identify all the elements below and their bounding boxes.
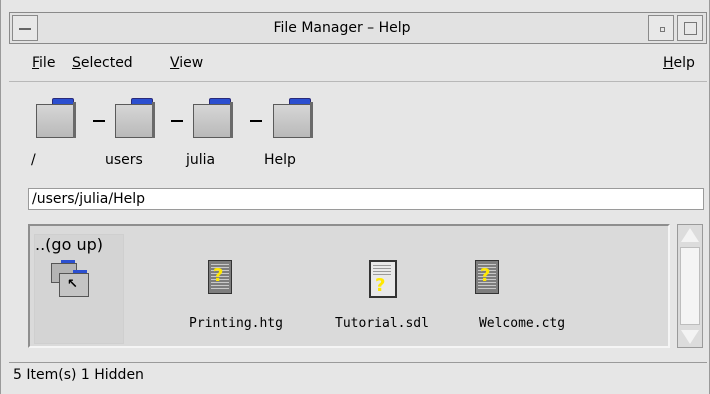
maximize-button[interactable] <box>677 15 703 41</box>
minimize-icon <box>660 27 665 32</box>
path-connector <box>93 120 105 122</box>
file-manager-window: File Manager – Help File Selected View H… <box>0 0 710 394</box>
vertical-scrollbar[interactable] <box>677 224 703 348</box>
menu-view[interactable]: View <box>170 55 203 71</box>
menu-view-mnemonic: V <box>170 55 180 71</box>
item-label: ..(go up) <box>35 235 103 254</box>
file-item-tutorial[interactable]: ? Tutorial.sdl <box>323 236 441 340</box>
scroll-down-arrow-icon[interactable] <box>681 330 699 344</box>
minimize-button[interactable] <box>648 15 674 41</box>
folder-icon-users[interactable] <box>115 98 155 138</box>
folder-icon-julia[interactable] <box>193 98 233 138</box>
scroll-up-arrow-icon[interactable] <box>681 228 699 242</box>
menu-selected-rest: elected <box>80 55 133 71</box>
menu-help-rest: elp <box>673 55 695 71</box>
menu-file-rest: ile <box>39 55 56 71</box>
status-bar: 5 Item(s) 1 Hidden <box>9 362 707 388</box>
menu-help[interactable]: Help <box>663 55 695 71</box>
file-item-printing[interactable]: ? Printing.htg <box>180 236 292 340</box>
file-item-welcome[interactable]: ? Welcome.ctg <box>470 236 574 340</box>
scrollbar-thumb[interactable] <box>680 247 700 325</box>
item-label: Tutorial.sdl <box>335 316 429 331</box>
menu-file-mnemonic: F <box>32 55 40 71</box>
folder-icon-help[interactable] <box>273 98 313 138</box>
go-up-item[interactable]: ↖ ..(go up) <box>34 234 124 344</box>
menu-file[interactable]: File <box>32 55 55 71</box>
window-menu-icon <box>19 28 31 30</box>
menu-selected-mnemonic: S <box>72 55 81 71</box>
title-bar[interactable]: File Manager – Help <box>9 12 707 44</box>
help-document-icon: ? <box>208 260 232 294</box>
arrow-up-left-icon: ↖ <box>67 277 78 292</box>
menu-selected[interactable]: Selected <box>72 55 133 71</box>
window-title: File Manager – Help <box>273 20 411 36</box>
path-label-root[interactable]: / <box>31 152 36 168</box>
item-label: Welcome.ctg <box>478 316 566 331</box>
path-label-users[interactable]: users <box>105 152 143 168</box>
folder-icon-root[interactable] <box>36 98 76 138</box>
help-document-icon: ? <box>475 260 499 294</box>
path-label-julia[interactable]: julia <box>186 152 215 168</box>
menu-bar: File Selected View Help <box>9 46 707 82</box>
maximize-icon <box>684 22 697 35</box>
path-label-help[interactable]: Help <box>264 152 296 168</box>
sdl-document-icon: ? <box>369 260 397 298</box>
path-input[interactable]: /users/julia/Help <box>28 188 704 210</box>
menu-help-mnemonic: H <box>663 55 674 71</box>
path-connector <box>250 120 262 122</box>
path-connector <box>171 120 183 122</box>
path-icon-row: / users julia Help <box>9 84 707 184</box>
file-view-area[interactable]: ↖ ..(go up) ? Printing.htg ? Tutorial.sd… <box>28 224 670 348</box>
window-menu-button[interactable] <box>12 15 38 41</box>
go-up-folder-icon: ↖ <box>51 260 91 299</box>
item-label: Printing.htg <box>189 316 283 331</box>
menu-view-rest: iew <box>179 55 204 71</box>
